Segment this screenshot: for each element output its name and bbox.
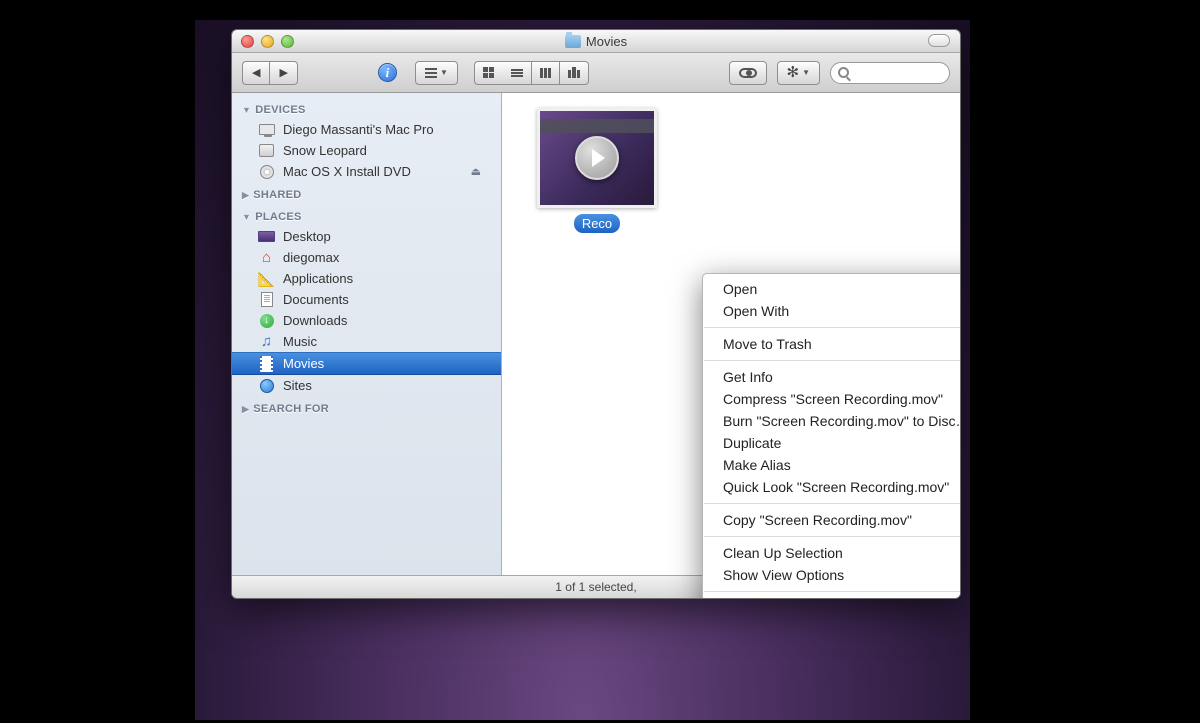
ctx-move-to-trash[interactable]: Move to Trash xyxy=(703,333,961,355)
file-name-label: Reco xyxy=(574,214,620,233)
ctx-view-options[interactable]: Show View Options xyxy=(703,564,961,586)
sidebar-section-shared[interactable]: ▶SHARED xyxy=(232,186,501,204)
zoom-button[interactable] xyxy=(281,35,294,48)
forward-button[interactable]: ▶ xyxy=(269,61,297,85)
status-text: 1 of 1 selected, xyxy=(555,580,636,594)
search-input[interactable] xyxy=(830,62,950,84)
ctx-label-header: Label: xyxy=(703,597,961,599)
sidebar-item-computer[interactable]: Diego Massanti's Mac Pro xyxy=(232,119,501,140)
sidebar-item-desktop[interactable]: Desktop xyxy=(232,226,501,247)
sidebar-item-movies[interactable]: Movies xyxy=(232,352,501,375)
play-icon xyxy=(575,136,619,180)
titlebar[interactable]: Movies xyxy=(232,30,960,53)
ctx-open-with[interactable]: Open With▶ xyxy=(703,300,961,322)
view-coverflow-button[interactable] xyxy=(559,61,589,85)
eject-icon[interactable]: ⏏ xyxy=(471,165,481,178)
ctx-make-alias[interactable]: Make Alias xyxy=(703,454,961,476)
minimize-button[interactable] xyxy=(261,35,274,48)
view-list-button[interactable] xyxy=(503,61,531,85)
ctx-open[interactable]: Open xyxy=(703,278,961,300)
close-button[interactable] xyxy=(241,35,254,48)
search-icon xyxy=(838,67,849,78)
window-title: Movies xyxy=(586,34,627,49)
info-button[interactable]: i xyxy=(378,63,397,82)
ctx-burn[interactable]: Burn "Screen Recording.mov" to Disc… xyxy=(703,410,961,432)
ctx-compress[interactable]: Compress "Screen Recording.mov" xyxy=(703,388,961,410)
desktop-background: Movies ◀ ▶ i ▼ ✻▼ xyxy=(195,20,970,720)
sidebar-item-snow-leopard[interactable]: Snow Leopard xyxy=(232,140,501,161)
arrange-button[interactable]: ▼ xyxy=(415,61,458,85)
sidebar-item-music[interactable]: ♫Music xyxy=(232,331,501,352)
toolbar: ◀ ▶ i ▼ ✻▼ xyxy=(232,53,960,93)
sidebar: ▼DEVICES Diego Massanti's Mac Pro Snow L… xyxy=(232,93,502,575)
ctx-clean-up[interactable]: Clean Up Selection xyxy=(703,542,961,564)
context-menu: Open Open With▶ Move to Trash Get Info C… xyxy=(702,273,961,599)
sidebar-item-home[interactable]: ⌂diegomax xyxy=(232,247,501,268)
view-column-button[interactable] xyxy=(531,61,559,85)
quicklook-button[interactable] xyxy=(729,61,767,85)
action-button[interactable]: ✻▼ xyxy=(777,61,821,85)
sidebar-item-install-dvd[interactable]: Mac OS X Install DVD⏏ xyxy=(232,161,501,182)
sidebar-section-places[interactable]: ▼PLACES xyxy=(232,208,501,226)
sidebar-item-sites[interactable]: Sites xyxy=(232,375,501,396)
sidebar-item-documents[interactable]: Documents xyxy=(232,289,501,310)
ctx-copy[interactable]: Copy "Screen Recording.mov" xyxy=(703,509,961,531)
view-icon-button[interactable] xyxy=(474,61,503,85)
sidebar-section-search-for[interactable]: ▶SEARCH FOR xyxy=(232,400,501,418)
ctx-duplicate[interactable]: Duplicate xyxy=(703,432,961,454)
sidebar-section-devices[interactable]: ▼DEVICES xyxy=(232,101,501,119)
file-thumbnail xyxy=(537,108,657,208)
ctx-quick-look[interactable]: Quick Look "Screen Recording.mov" xyxy=(703,476,961,498)
sidebar-item-downloads[interactable]: ↓Downloads xyxy=(232,310,501,331)
ctx-get-info[interactable]: Get Info xyxy=(703,366,961,388)
back-button[interactable]: ◀ xyxy=(242,61,269,85)
content-area[interactable]: Reco Open Open With▶ Move to Trash Get I… xyxy=(502,93,960,575)
finder-window: Movies ◀ ▶ i ▼ ✻▼ xyxy=(231,29,961,599)
folder-icon xyxy=(565,35,581,48)
toolbar-toggle-button[interactable] xyxy=(928,34,950,47)
file-item[interactable]: Reco xyxy=(532,108,662,233)
sidebar-item-applications[interactable]: 📐Applications xyxy=(232,268,501,289)
